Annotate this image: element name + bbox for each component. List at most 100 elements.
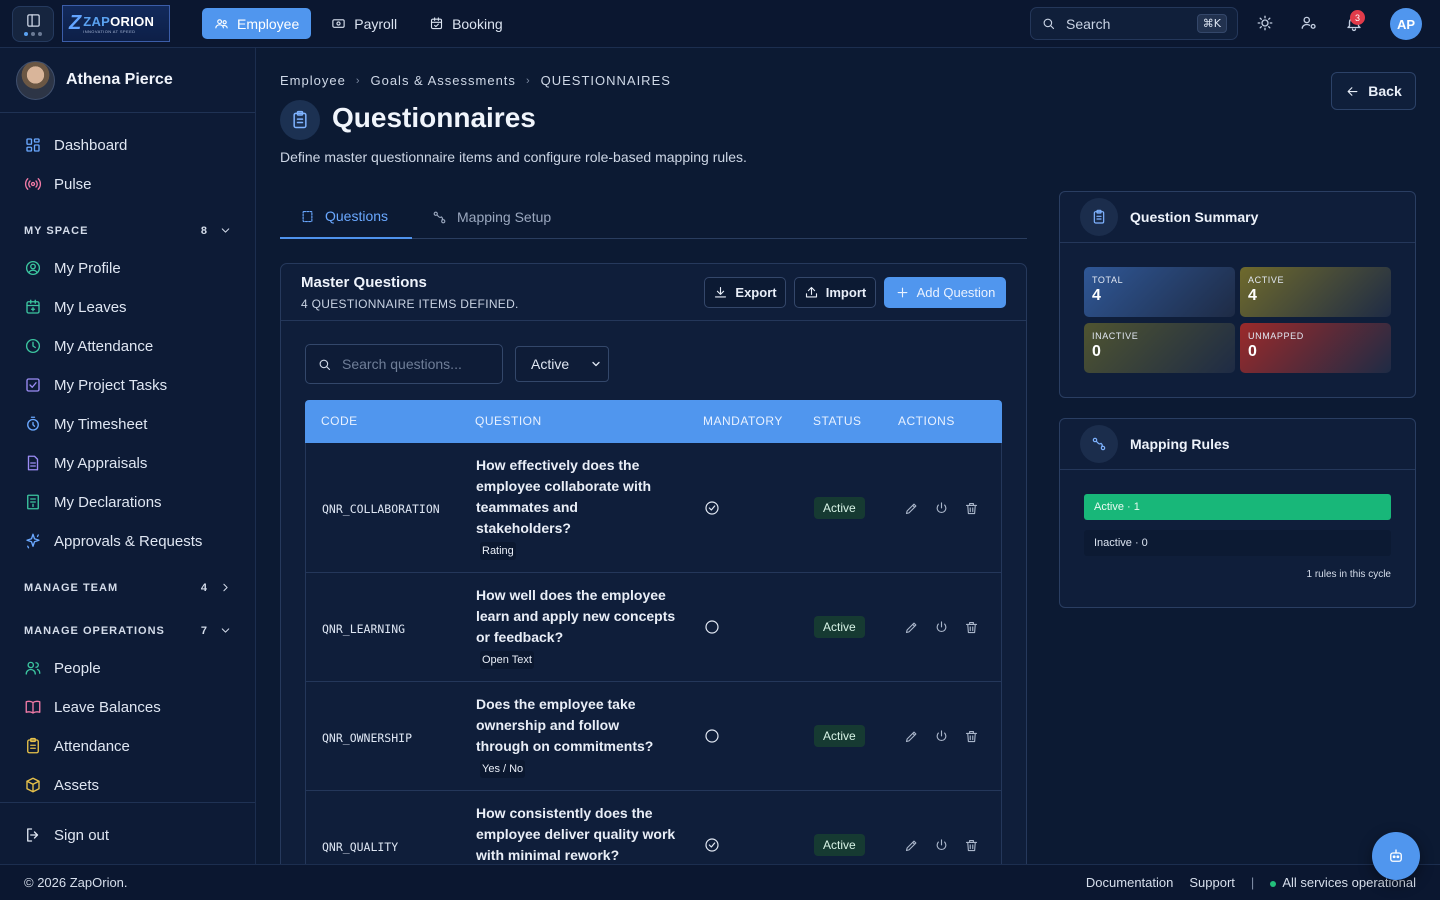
user-avatar-button[interactable]: AP [1390, 8, 1422, 40]
trash-icon[interactable] [964, 501, 979, 516]
sidebar-item-my-declarations[interactable]: My Declarations [24, 492, 162, 512]
tab-bar: Questions Mapping Setup [280, 195, 1027, 239]
question-text: Does the employee take ownership and fol… [476, 694, 666, 778]
topnav-payroll[interactable]: Payroll [319, 8, 409, 39]
panel-title: Question Summary [1130, 209, 1259, 225]
assistant-bot-button[interactable] [1372, 832, 1420, 880]
stat-unmapped: UNMAPPED 0 [1240, 323, 1391, 373]
question-search-input[interactable] [342, 356, 492, 372]
mandatory-check-icon [704, 837, 720, 853]
calendar-icon [431, 17, 443, 30]
col-actions: ACTIONS [898, 414, 955, 428]
sidebar-item-people[interactable]: People [24, 658, 101, 678]
section-my-space[interactable]: MY SPACE 8 [24, 224, 232, 237]
topnav-employee[interactable]: Employee [202, 8, 312, 39]
sidebar-item-attendance[interactable]: Attendance [24, 736, 130, 756]
sign-out-button[interactable]: Sign out [24, 825, 109, 845]
logo-name: ZAPORION [83, 13, 155, 29]
sidebar: Athena Pierce Dashboard Pulse MY SPACE 8… [0, 48, 256, 864]
app-logo[interactable]: Z ZAPORION INNOVATION AT SPEED [62, 5, 170, 42]
sidebar-item-dashboard[interactable]: Dashboard [24, 135, 127, 155]
clipboard-icon [27, 737, 39, 754]
logo-tagline: INNOVATION AT SPEED [83, 28, 136, 34]
edit-icon[interactable] [904, 620, 919, 635]
sidebar-item-my-leaves[interactable]: My Leaves [24, 297, 127, 317]
documentation-link[interactable]: Documentation [1086, 875, 1173, 890]
clipboard-icon [1080, 198, 1118, 236]
breadcrumb-goals[interactable]: Goals & Assessments [370, 73, 515, 88]
arrow-left-icon [1347, 86, 1358, 96]
page-title: Questionnaires [332, 102, 536, 133]
breadcrumb-employee[interactable]: Employee [280, 73, 346, 88]
section-manage-team[interactable]: MANAGE TEAM 4 [24, 581, 232, 594]
question-type-tag: Yes / No [480, 760, 526, 778]
question-text: How well does the employee learn and app… [476, 585, 676, 669]
panel-header: Mapping Rules [1060, 419, 1415, 470]
master-questions-card: Master Questions 4 QUESTIONNAIRE ITEMS D… [280, 263, 1027, 883]
trash-icon[interactable] [964, 729, 979, 744]
question-search [305, 344, 503, 384]
sidebar-item-pulse[interactable]: Pulse [24, 174, 92, 194]
checkbox-icon [26, 378, 40, 392]
sidebar-toggle-button[interactable] [12, 6, 54, 42]
top-bar: Z ZAPORION INNOVATION AT SPEED Employee … [0, 0, 1440, 48]
broadcast-icon [24, 178, 42, 190]
power-toggle-icon[interactable] [934, 729, 949, 744]
active-rules-bar: Active · 1 [1084, 494, 1391, 520]
mandatory-empty-icon [704, 619, 720, 635]
profile-name: Athena Pierce [66, 71, 173, 88]
plus-icon [897, 287, 908, 298]
search-label: Search [1066, 15, 1111, 32]
sidebar-item-my-profile[interactable]: My Profile [24, 258, 121, 278]
global-search-button[interactable]: Search ⌘K [1030, 7, 1238, 40]
add-question-button[interactable]: Add Question [884, 277, 1006, 308]
clock-icon [25, 338, 41, 354]
export-button[interactable]: Export [704, 277, 786, 308]
trash-icon[interactable] [964, 620, 979, 635]
panel-header: Question Summary [1060, 192, 1415, 243]
sidebar-item-approvals[interactable]: Approvals & Requests [24, 531, 202, 551]
question-code: QNR_QUALITY [322, 840, 399, 854]
tab-questions[interactable]: Questions [280, 195, 412, 239]
sidebar-item-my-appraisals[interactable]: My Appraisals [24, 453, 147, 473]
section-count: 8 [200, 224, 207, 237]
download-icon [715, 286, 727, 298]
table-row[interactable]: QNR_OWNERSHIP Does the employee take own… [305, 682, 1002, 791]
power-toggle-icon[interactable] [934, 838, 949, 853]
question-text: How effectively does the employee collab… [476, 455, 676, 560]
search-shortcut: ⌘K [1196, 14, 1227, 33]
support-link[interactable]: Support [1189, 875, 1235, 890]
import-button[interactable]: Import [794, 277, 876, 308]
stat-inactive: INACTIVE 0 [1084, 323, 1235, 373]
power-toggle-icon[interactable] [934, 501, 949, 516]
card-title: Master Questions [301, 274, 427, 291]
sidebar-profile[interactable]: Athena Pierce [0, 48, 255, 113]
sidebar-item-my-timesheet[interactable]: My Timesheet [24, 414, 147, 434]
section-manage-operations[interactable]: MANAGE OPERATIONS 7 [24, 624, 232, 637]
table-row[interactable]: QNR_LEARNING How well does the employee … [305, 573, 1002, 682]
edit-icon[interactable] [904, 729, 919, 744]
money-icon [332, 19, 345, 28]
status-filter-select[interactable]: Active [515, 346, 609, 382]
back-button[interactable]: Back [1331, 72, 1416, 110]
user-settings-button[interactable] [1300, 14, 1320, 34]
topnav-booking[interactable]: Booking [417, 8, 515, 39]
trash-icon[interactable] [964, 838, 979, 853]
mandatory-empty-icon [704, 728, 720, 744]
chevron-down-icon [221, 628, 230, 633]
notification-count-badge: 3 [1350, 10, 1365, 25]
question-summary-panel: Question Summary TOTAL 4 ACTIVE 4 INACTI… [1059, 191, 1416, 398]
power-toggle-icon[interactable] [934, 620, 949, 635]
theme-toggle-button[interactable] [1256, 14, 1276, 34]
route-icon [433, 211, 446, 223]
edit-icon[interactable] [904, 501, 919, 516]
table-row[interactable]: QNR_COLLABORATION How effectively does t… [305, 443, 1002, 573]
copyright: © 2026 ZapOrion. [24, 875, 128, 890]
sidebar-item-my-attendance[interactable]: My Attendance [24, 336, 153, 356]
tab-mapping-setup[interactable]: Mapping Setup [412, 195, 571, 239]
edit-icon[interactable] [904, 838, 919, 853]
sidebar-item-leave-balances[interactable]: Leave Balances [24, 697, 161, 717]
sidebar-item-assets[interactable]: Assets [24, 775, 99, 795]
receipt-icon [27, 494, 39, 510]
sidebar-item-my-project-tasks[interactable]: My Project Tasks [24, 375, 167, 395]
